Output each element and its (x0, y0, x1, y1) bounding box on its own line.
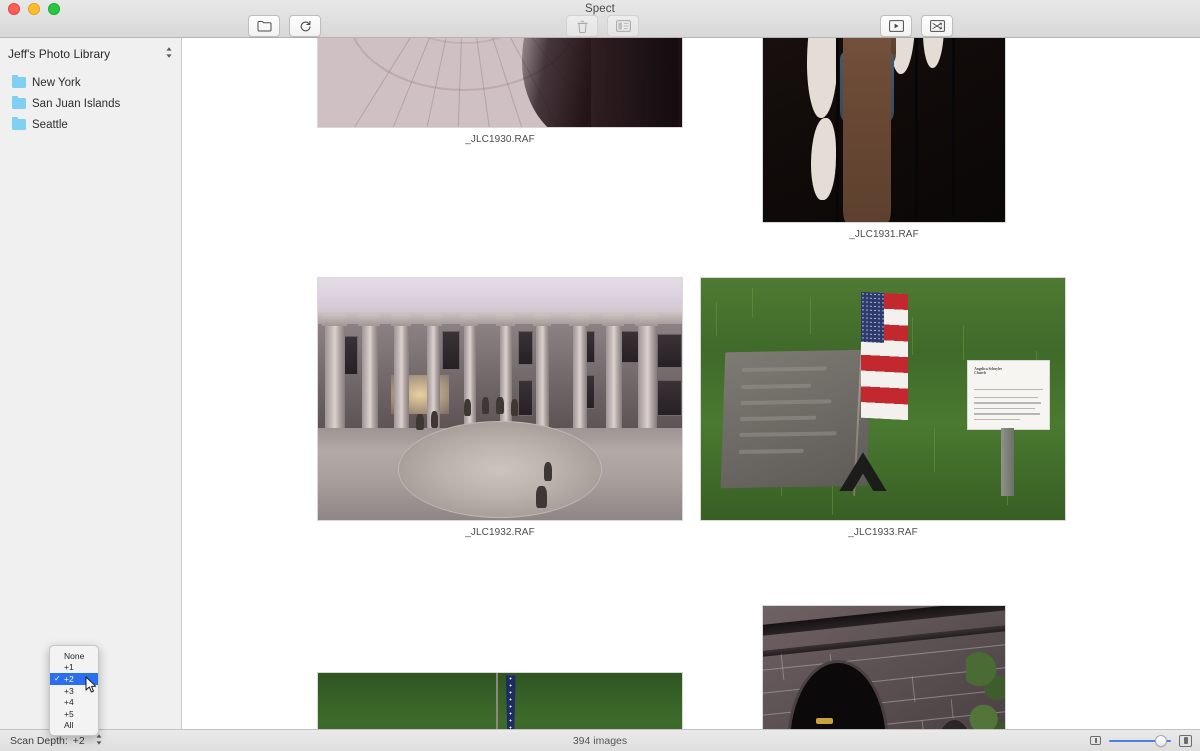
library-popup-button[interactable]: Jeff's Photo Library (6, 44, 175, 64)
trash-icon (576, 20, 588, 33)
thumbnail-size-slider[interactable] (1109, 734, 1171, 748)
sidebar-item-label: Seattle (32, 118, 68, 131)
shuffle-icon (929, 20, 945, 32)
grid-item[interactable] (762, 605, 1006, 729)
check-icon: ✓ (54, 673, 61, 683)
menu-item-label: All (64, 720, 74, 731)
photo-image: Angelica Schuyler Church (701, 278, 1065, 520)
sidebar: Jeff's Photo Library New York San Juan I… (0, 38, 182, 729)
grid-item[interactable]: Angelica Schuyler Church _JLC1933.RAF (700, 277, 1066, 538)
sidebar-item-label: San Juan Islands (32, 97, 121, 110)
folder-icon (12, 116, 26, 130)
sidebar-item-seattle[interactable]: Seattle (0, 114, 181, 135)
photo-image (763, 38, 1005, 222)
photo-thumbnail[interactable] (762, 605, 1006, 729)
toolbar-right-group (880, 15, 953, 37)
photo-thumbnail[interactable] (317, 672, 683, 729)
menu-item-none[interactable]: None (50, 650, 98, 662)
photo-image (318, 278, 682, 520)
statusbar: Scan Depth: +2 394 images (0, 729, 1200, 751)
menu-item-label: +2 (64, 673, 74, 684)
refresh-button[interactable] (289, 15, 321, 37)
menu-item-plus5[interactable]: +5 (50, 708, 98, 720)
image-count-label: 394 images (572, 734, 628, 747)
menu-item-label: +4 (64, 697, 74, 708)
refresh-icon (299, 20, 312, 33)
toolbar-left-group (248, 15, 321, 37)
shuffle-button[interactable] (921, 15, 953, 37)
photo-filename: _JLC1930.RAF (465, 134, 535, 145)
zoom-controls (1090, 734, 1192, 748)
photo-filename: _JLC1932.RAF (465, 527, 535, 538)
slideshow-button[interactable] (880, 15, 912, 37)
sidebar-item-san-juan-islands[interactable]: San Juan Islands (0, 93, 181, 114)
menu-item-label: +3 (64, 685, 74, 696)
menu-item-plus1[interactable]: +1 (50, 662, 98, 674)
app-window: Spect Jeff's Photo Library New York San … (0, 0, 1200, 751)
sidebar-item-label: New York (32, 76, 81, 89)
photo-thumbnail[interactable] (762, 38, 1006, 223)
photo-grid-scroll-area[interactable]: _JLC1930.RAF _JLC1931.RAF _JLC1932.RAF A… (182, 38, 1200, 729)
folder-icon (257, 20, 272, 32)
photo-thumbnail[interactable] (317, 38, 683, 128)
sidebar-folder-list: New York San Juan Islands Seattle (0, 70, 181, 135)
up-down-chevron-icon (165, 46, 173, 59)
toolbar-middle-group (566, 15, 639, 37)
menu-item-label: +5 (64, 708, 74, 719)
grid-item[interactable] (317, 672, 683, 729)
delete-button[interactable] (566, 15, 598, 37)
photo-image (318, 38, 682, 127)
photo-image (318, 673, 682, 729)
play-slideshow-icon (888, 20, 904, 32)
menu-item-label: None (64, 650, 85, 661)
window-body: Jeff's Photo Library New York San Juan I… (0, 38, 1200, 729)
large-thumbnail-icon[interactable] (1179, 734, 1192, 747)
menu-item-all[interactable]: All (50, 720, 98, 732)
photo-image (763, 606, 1005, 729)
folder-icon (12, 74, 26, 88)
info-panel-icon (615, 20, 631, 32)
library-popup-label: Jeff's Photo Library (8, 47, 111, 61)
photo-thumbnail[interactable] (317, 277, 683, 521)
small-thumbnail-icon[interactable] (1090, 736, 1101, 745)
window-title: Spect (585, 3, 615, 15)
slider-knob[interactable] (1155, 734, 1167, 747)
menu-item-plus4[interactable]: +4 (50, 696, 98, 708)
toggle-info-panel-button[interactable] (607, 15, 639, 37)
grid-item[interactable]: _JLC1931.RAF (762, 38, 1006, 240)
sidebar-item-new-york[interactable]: New York (0, 72, 181, 93)
folder-icon (12, 95, 26, 109)
grid-item[interactable]: _JLC1930.RAF (317, 38, 683, 145)
photo-thumbnail[interactable]: Angelica Schuyler Church (700, 277, 1066, 521)
titlebar: Spect (0, 0, 1200, 38)
menu-item-label: +1 (64, 662, 74, 673)
grid-item[interactable]: _JLC1932.RAF (317, 277, 683, 538)
photo-filename: _JLC1931.RAF (849, 229, 919, 240)
open-folder-button[interactable] (248, 15, 280, 37)
photo-filename: _JLC1933.RAF (848, 527, 918, 538)
